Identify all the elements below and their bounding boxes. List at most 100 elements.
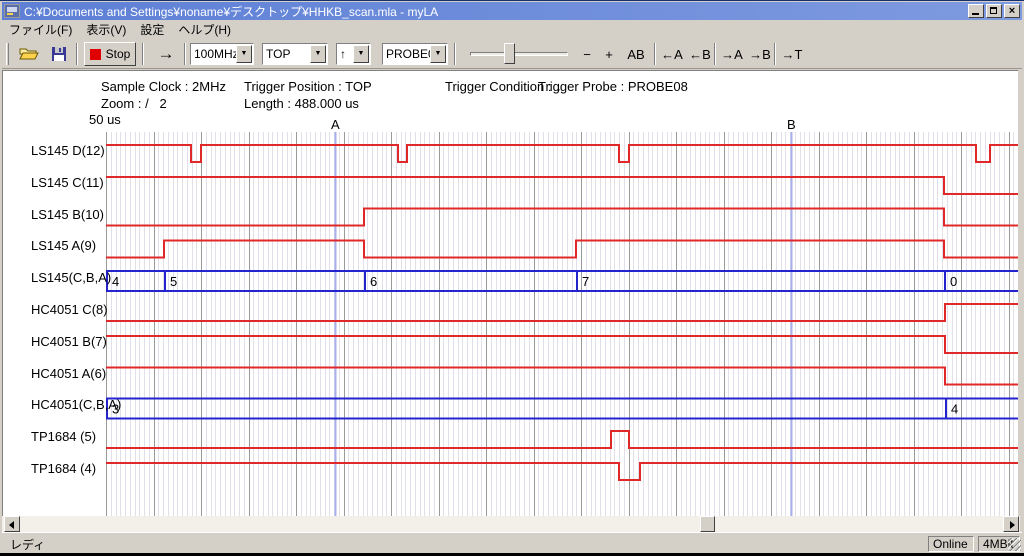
toolbar-separator <box>654 43 656 65</box>
menu-bar: ファイル(F) 表示(V) 設定 ヘルプ(H) <box>2 20 1022 39</box>
bus-value: 5 <box>170 274 177 289</box>
stop-button[interactable]: Stop <box>84 42 136 66</box>
chevron-down-icon[interactable]: ▼ <box>310 45 326 63</box>
zoom-slider-track[interactable] <box>470 52 568 56</box>
goto-b-label: ←B <box>689 47 711 62</box>
app-icon <box>4 4 20 18</box>
bus-value: 4 <box>951 401 958 416</box>
timebase-label: 50 us <box>89 112 121 127</box>
trigger-edge-value: ↑ <box>337 47 353 61</box>
waveform-client-area: Sample Clock : 2MHz Trigger Position : T… <box>2 70 1018 516</box>
save-file-button[interactable] <box>46 42 72 66</box>
plus-icon: + <box>605 47 613 62</box>
goto-trigger-button[interactable]: →T <box>780 42 804 66</box>
toolbar-separator <box>714 43 716 65</box>
bus-value: 6 <box>370 274 377 289</box>
scrollbar-thumb[interactable] <box>700 516 715 532</box>
scroll-left-button[interactable] <box>4 516 20 532</box>
bus-value: 0 <box>950 274 957 289</box>
set-marker-b-button[interactable]: →B <box>748 42 772 66</box>
goto-marker-b-button[interactable]: ←B <box>688 42 712 66</box>
marker-a-label: A <box>331 117 340 132</box>
channel-label: HC4051 C(8) <box>31 302 108 317</box>
triangle-right-icon <box>1010 521 1015 529</box>
toolbar-separator <box>142 43 144 65</box>
toolbar-separator <box>454 43 456 65</box>
toolbar-separator <box>774 43 776 65</box>
open-folder-icon <box>19 46 39 62</box>
run-button[interactable]: → <box>150 42 182 66</box>
trigger-edge-select[interactable]: ↑ ▼ <box>336 43 371 65</box>
info-zoom: Zoom : / 2 <box>101 96 167 111</box>
info-length: Length : 488.000 us <box>244 96 359 111</box>
set-a-label: →A <box>721 47 743 62</box>
toolbar-separator <box>184 43 186 65</box>
channel-label: LS145 A(9) <box>31 238 96 253</box>
open-file-button[interactable] <box>16 42 42 66</box>
ab-range-button[interactable]: AB <box>624 42 648 66</box>
sample-clock-select[interactable]: 100MHz ▼ <box>190 43 254 65</box>
minimize-icon <box>972 13 979 15</box>
chevron-down-icon[interactable]: ▼ <box>430 45 446 63</box>
channel-label: TP1684 (5) <box>31 429 96 444</box>
toolbar: Stop → 100MHz ▼ TOP ▼ ↑ ▼ PROBE00 ▼ − + … <box>2 39 1022 69</box>
close-button[interactable]: × <box>1004 4 1020 18</box>
scroll-right-button[interactable] <box>1003 516 1019 532</box>
zoom-slider-thumb[interactable] <box>504 43 515 64</box>
menu-help[interactable]: ヘルプ(H) <box>171 19 238 40</box>
ab-label: AB <box>627 47 644 62</box>
sample-clock-value: 100MHz <box>191 47 236 61</box>
channel-label: LS145 C(11) <box>31 175 104 190</box>
goto-a-label: ←A <box>661 47 683 62</box>
probe-select[interactable]: PROBE00 ▼ <box>382 43 448 65</box>
channel-label: TP1684 (4) <box>31 461 96 476</box>
toolbar-grip <box>6 43 9 65</box>
toolbar-separator <box>76 43 78 65</box>
maximize-button[interactable] <box>986 4 1002 18</box>
info-sample-clock: Sample Clock : 2MHz <box>101 79 226 94</box>
menu-settings[interactable]: 設定 <box>133 19 171 40</box>
channel-label: HC4051 B(7) <box>31 334 107 349</box>
bus-value: 4 <box>112 274 119 289</box>
menu-view[interactable]: 表示(V) <box>79 19 133 40</box>
info-trigger-probe: Trigger Probe : PROBE08 <box>538 79 688 94</box>
title-bar[interactable]: C:¥Documents and Settings¥noname¥デスクトップ¥… <box>2 2 1022 20</box>
channel-label: HC4051(C,B,A) <box>31 397 121 412</box>
trigger-position-select[interactable]: TOP ▼ <box>262 43 328 65</box>
chevron-down-icon[interactable]: ▼ <box>353 45 369 63</box>
marker-b-label: B <box>787 117 796 132</box>
goto-marker-a-button[interactable]: ←A <box>660 42 684 66</box>
status-ready: レディ <box>4 536 924 552</box>
stop-label: Stop <box>106 47 131 61</box>
bus-value: 7 <box>582 274 589 289</box>
run-arrow-icon: → <box>158 44 175 64</box>
resize-grip[interactable] <box>1008 538 1021 551</box>
horizontal-scrollbar[interactable] <box>2 516 1020 532</box>
channel-label: LS145 D(12) <box>31 143 105 158</box>
zoom-out-button[interactable]: − <box>578 42 596 66</box>
waveform-plot[interactable]: 4567034 <box>106 132 1018 516</box>
channel-label: LS145 B(10) <box>31 207 104 222</box>
triangle-left-icon <box>9 521 14 529</box>
status-bar: レディ Online 4MBit <box>2 532 1022 553</box>
channel-label: HC4051 A(6) <box>31 366 106 381</box>
info-trigger-position: Trigger Position : TOP <box>244 79 372 94</box>
probe-value: PROBE00 <box>383 47 430 61</box>
menu-file[interactable]: ファイル(F) <box>2 19 79 40</box>
set-b-label: →B <box>749 47 771 62</box>
close-icon: × <box>1009 5 1015 17</box>
save-floppy-icon <box>51 46 67 62</box>
maximize-icon <box>990 7 997 14</box>
channel-label: LS145(C,B,A) <box>31 270 111 285</box>
app-window: C:¥Documents and Settings¥noname¥デスクトップ¥… <box>0 0 1024 556</box>
set-marker-a-button[interactable]: →A <box>720 42 744 66</box>
status-online-badge: Online <box>928 536 974 552</box>
trigger-position-value: TOP <box>263 47 310 61</box>
window-title: C:¥Documents and Settings¥noname¥デスクトップ¥… <box>24 3 966 20</box>
minus-icon: − <box>583 47 591 62</box>
minimize-button[interactable] <box>968 4 984 18</box>
chevron-down-icon[interactable]: ▼ <box>236 45 252 63</box>
goto-trigger-label: →T <box>782 47 803 62</box>
zoom-in-button[interactable]: + <box>600 42 618 66</box>
stop-icon <box>90 49 101 60</box>
